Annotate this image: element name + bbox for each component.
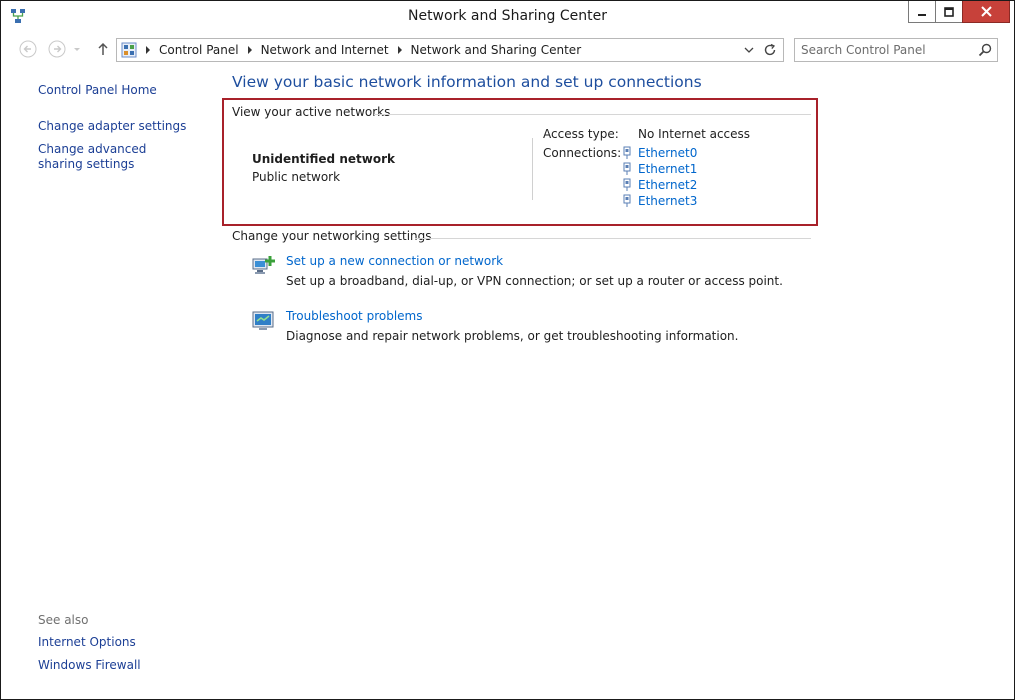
address-bar[interactable]: Control Panel Network and Internet Netwo… bbox=[116, 38, 784, 62]
connection-name[interactable]: Ethernet2 bbox=[638, 178, 697, 192]
window-title: Network and Sharing Center bbox=[407, 8, 607, 24]
sidebar-item-control-panel-home[interactable]: Control Panel Home bbox=[38, 83, 157, 98]
maximize-button[interactable] bbox=[935, 1, 963, 23]
up-button[interactable] bbox=[94, 40, 112, 58]
see-also-label: See also bbox=[38, 613, 89, 627]
chevron-down-icon bbox=[74, 48, 80, 51]
breadcrumb-separator bbox=[146, 46, 150, 54]
breadcrumb: Control Panel Network and Internet Netwo… bbox=[143, 43, 581, 57]
title-bar[interactable]: Network and Sharing Center bbox=[1, 1, 1014, 32]
breadcrumb-control-panel[interactable]: Control Panel bbox=[159, 43, 239, 57]
connection-name[interactable]: Ethernet0 bbox=[638, 146, 697, 160]
sidebar-item-internet-options[interactable]: Internet Options bbox=[38, 635, 136, 650]
connection-link-ethernet2[interactable]: Ethernet2 bbox=[622, 178, 697, 192]
minimize-icon bbox=[918, 13, 926, 16]
connections-label: Connections: bbox=[543, 146, 622, 160]
breadcrumb-separator bbox=[247, 46, 252, 54]
breadcrumb-network-and-internet[interactable]: Network and Internet bbox=[261, 43, 389, 57]
forward-arrow-icon bbox=[48, 40, 66, 58]
network-name: Unidentified network bbox=[252, 152, 395, 166]
vertical-divider bbox=[532, 138, 533, 200]
connection-link-ethernet1[interactable]: Ethernet1 bbox=[622, 162, 697, 176]
troubleshoot-link[interactable]: Troubleshoot problems bbox=[286, 309, 422, 323]
troubleshoot-icon bbox=[252, 311, 274, 330]
ethernet-plug-icon bbox=[623, 162, 631, 175]
sidebar-item-change-adapter-settings[interactable]: Change adapter settings bbox=[38, 119, 186, 134]
ethernet-plug-icon bbox=[623, 146, 631, 159]
refresh-icon[interactable] bbox=[763, 43, 777, 57]
connection-link-ethernet0[interactable]: Ethernet0 bbox=[622, 146, 697, 160]
address-dropdown-icon[interactable] bbox=[743, 44, 755, 56]
recent-locations-button[interactable] bbox=[72, 40, 82, 58]
setup-connection-link[interactable]: Set up a new connection or network bbox=[286, 254, 503, 268]
search-input[interactable] bbox=[801, 42, 971, 57]
breadcrumb-network-and-sharing-center[interactable]: Network and Sharing Center bbox=[411, 43, 582, 57]
window: Network and Sharing Center Control Panel… bbox=[0, 0, 1015, 700]
minimize-button[interactable] bbox=[908, 1, 936, 23]
networking-settings-label: Change your networking settings bbox=[232, 229, 432, 243]
sidebar-item-change-advanced-sharing-settings[interactable]: Change advanced sharing settings bbox=[38, 142, 188, 172]
access-type-value: No Internet access bbox=[638, 127, 751, 141]
search-icon[interactable] bbox=[978, 43, 992, 57]
up-arrow-icon bbox=[98, 42, 108, 55]
navigation-bar: Control Panel Network and Internet Netwo… bbox=[1, 34, 1014, 66]
ethernet-plug-icon bbox=[623, 194, 631, 207]
close-button[interactable] bbox=[962, 1, 1010, 23]
connection-name[interactable]: Ethernet3 bbox=[638, 194, 697, 208]
connection-link-ethernet3[interactable]: Ethernet3 bbox=[622, 194, 697, 208]
maximize-icon bbox=[944, 6, 954, 17]
search-box[interactable] bbox=[794, 38, 998, 62]
page-title: View your basic network information and … bbox=[232, 73, 702, 91]
back-button[interactable] bbox=[19, 40, 37, 58]
control-panel-icon bbox=[121, 42, 137, 58]
close-icon bbox=[980, 6, 992, 17]
setup-connection-description: Set up a broadband, dial-up, or VPN conn… bbox=[286, 274, 783, 288]
new-connection-icon bbox=[252, 256, 275, 274]
troubleshoot-description: Diagnose and repair network problems, or… bbox=[286, 329, 739, 343]
ethernet-plug-icon bbox=[623, 178, 631, 191]
forward-button[interactable] bbox=[48, 40, 66, 58]
connection-name[interactable]: Ethernet1 bbox=[638, 162, 697, 176]
back-arrow-icon bbox=[19, 40, 37, 58]
access-type-label: Access type: bbox=[543, 127, 619, 141]
breadcrumb-separator bbox=[397, 46, 402, 54]
section-divider bbox=[415, 238, 811, 239]
network-type[interactable]: Public network bbox=[252, 170, 340, 184]
sidebar-item-windows-firewall[interactable]: Windows Firewall bbox=[38, 658, 141, 673]
